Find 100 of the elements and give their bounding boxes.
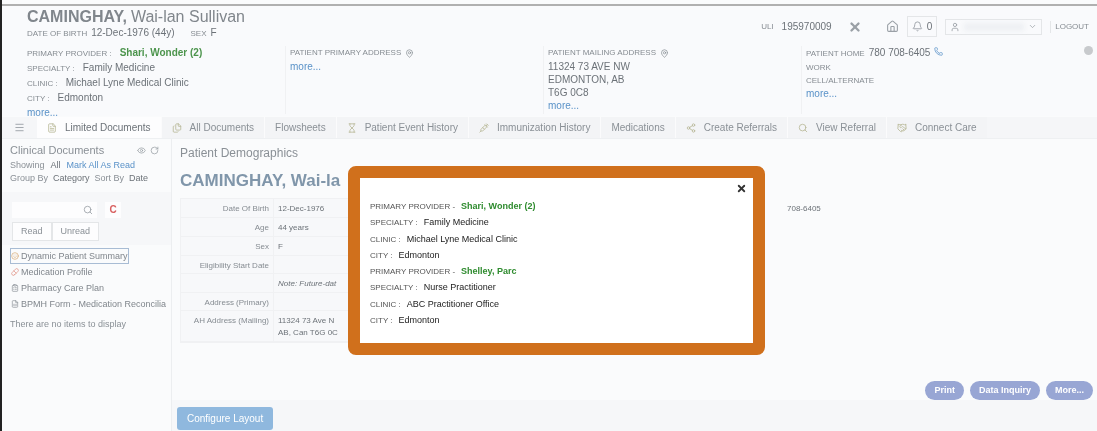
document-item[interactable]: Pharmacy Care Plan xyxy=(10,280,106,296)
field-label: CITY : xyxy=(370,249,393,262)
field-label: SPECIALTY : xyxy=(370,282,418,295)
syringe-icon xyxy=(479,122,489,133)
map-pin-icon xyxy=(405,48,415,58)
field-value: Edmonton xyxy=(57,91,104,105)
empty-message: There are no items to display xyxy=(10,318,128,331)
note-text: Note: Future-dat xyxy=(278,277,337,290)
field-label: CLINIC : xyxy=(27,78,58,90)
field-label: PRIMARY PROVIDER - xyxy=(370,266,456,279)
field-label: CLINIC : xyxy=(370,233,401,246)
more-link[interactable]: more... xyxy=(27,106,59,119)
search-icon xyxy=(798,122,809,133)
address-line: EDMONTON, AB xyxy=(548,73,626,86)
address-line: T6G 0C8 xyxy=(548,86,590,99)
tab[interactable]: Limited Documents xyxy=(37,117,161,138)
user-menu[interactable] xyxy=(945,18,1043,35)
home-icon[interactable] xyxy=(885,20,899,33)
configure-layout-button[interactable]: Configure Layout xyxy=(177,407,274,430)
panel-title: Clinical Documents xyxy=(10,143,105,158)
field-value: ABC Practitioner Office xyxy=(406,297,500,311)
more-link[interactable]: more... xyxy=(806,87,838,100)
group-by-label: Group By xyxy=(10,172,49,185)
sort-by-value[interactable]: Date xyxy=(129,172,149,186)
menu-icon[interactable] xyxy=(14,122,25,133)
clear-button[interactable]: C xyxy=(105,201,121,218)
notifications-button[interactable]: 0 xyxy=(906,16,938,37)
phone-number: 780 708-6405 xyxy=(868,46,931,60)
field-label: PRIMARY PROVIDER - xyxy=(370,201,456,213)
sex-value: F xyxy=(210,26,217,39)
section-title: Patient Demographics xyxy=(180,145,299,162)
row-label: AH Address (Mailing) xyxy=(193,314,269,327)
close-icon[interactable] xyxy=(736,183,747,194)
search-icon xyxy=(83,204,93,215)
row-value: 12-Dec-1976 xyxy=(278,202,325,215)
row-value: AB, Can T6G 0C xyxy=(278,326,338,339)
field-label: WORK xyxy=(806,62,832,74)
map-pin-icon xyxy=(660,48,670,58)
more-link[interactable]: more... xyxy=(548,99,580,112)
sex-label: SEX xyxy=(190,28,207,40)
row-value: 44 years xyxy=(278,221,309,234)
eye-icon[interactable] xyxy=(137,145,146,155)
row-label: Sex xyxy=(255,240,269,253)
form-icon xyxy=(11,300,19,308)
row-value: 11324 73 Ave N xyxy=(278,314,336,327)
row-label: Eligibility Start Date xyxy=(199,259,269,272)
refresh-icon[interactable] xyxy=(150,145,159,155)
dob-label: DATE OF BIRTH xyxy=(27,28,88,40)
field-value: Michael Lyne Medical Clinic xyxy=(406,232,518,246)
field-value: Shari, Wonder (2) xyxy=(119,46,203,60)
clipboard-icon xyxy=(11,284,19,292)
caret-icon xyxy=(1028,22,1038,31)
patient-given-names: Wai-lan Sullivan xyxy=(130,8,245,26)
field-value: Shari, Wonder (2) xyxy=(461,200,536,213)
address-line: 11324 73 AVE NW xyxy=(548,60,631,73)
document-item[interactable]: Medication Profile xyxy=(10,264,94,280)
action-button[interactable]: Print xyxy=(925,380,964,400)
showing-label: Showing xyxy=(10,158,45,172)
patient-last-name: CAMINGHAY, xyxy=(27,8,127,26)
field-label: CITY : xyxy=(27,93,50,105)
document-item[interactable]: Dynamic Patient Summary xyxy=(10,248,129,264)
field-value: Edmonton xyxy=(398,248,440,262)
field-label: PATIENT HOME xyxy=(806,48,865,60)
row-label: Age xyxy=(254,221,269,234)
document-item[interactable]: BPMH Form - Medication Reconcilia xyxy=(10,296,168,312)
filter-toggle[interactable]: Read xyxy=(12,221,52,241)
uli-label: ULI xyxy=(761,20,774,33)
summary-icon xyxy=(11,252,19,260)
handshake-icon xyxy=(896,122,907,133)
dob-value: 12-Dec-1976 (44y) xyxy=(91,26,175,39)
row-value: F xyxy=(278,240,283,253)
more-link[interactable]: more... xyxy=(290,60,322,73)
phone-icon[interactable] xyxy=(934,47,944,56)
field-value: Shelley, Parc xyxy=(461,265,517,279)
field-label: SPECIALTY : xyxy=(370,217,418,230)
share-icon xyxy=(685,122,696,133)
user-icon xyxy=(950,21,961,32)
logout-button[interactable]: LOGOUT xyxy=(1050,20,1093,33)
action-button[interactable]: More... xyxy=(1046,380,1093,400)
phone-value: 708-6405 xyxy=(787,202,821,215)
patient-title: CAMINGHAY, Wai-la xyxy=(180,170,341,192)
mark-all-read-link[interactable]: Mark All As Read xyxy=(66,158,136,172)
action-button[interactable]: Data Inquiry xyxy=(969,380,1040,400)
documents-icon xyxy=(171,122,182,133)
filter-toggle[interactable]: Unread xyxy=(51,221,100,241)
field-label: CELL/ALTERNATE xyxy=(806,75,876,87)
group-by-value[interactable]: Category xyxy=(53,172,90,186)
field-value: Michael Lyne Medical Clinic xyxy=(65,76,189,90)
document-icon xyxy=(47,122,57,133)
field-label: SPECIALTY : xyxy=(27,63,75,75)
field-value: Edmonton xyxy=(398,314,440,328)
showing-value[interactable]: All xyxy=(50,158,61,172)
search-field[interactable] xyxy=(12,201,97,218)
field-label: CITY : xyxy=(370,315,393,328)
field-value: Nurse Practitioner xyxy=(423,281,496,295)
field-value: Family Medicine xyxy=(423,216,489,230)
uli-value: 195970009 xyxy=(781,20,832,34)
field-label: PATIENT PRIMARY ADDRESS xyxy=(290,47,402,59)
pill-icon xyxy=(11,268,19,276)
field-label: CLINIC : xyxy=(370,298,401,311)
